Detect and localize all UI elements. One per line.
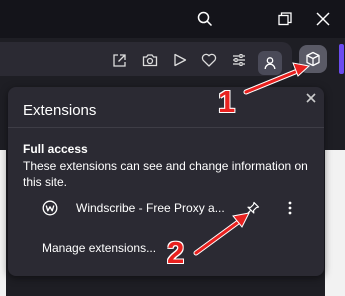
- manage-extensions-link[interactable]: Manage extensions...: [42, 241, 156, 255]
- close-icon[interactable]: [310, 6, 336, 32]
- more-options-icon[interactable]: [284, 199, 296, 217]
- full-access-heading: Full access: [23, 142, 88, 156]
- search-icon[interactable]: [192, 6, 218, 32]
- full-access-description: These extensions can see and change info…: [23, 159, 308, 189]
- profile-icon: [264, 57, 276, 70]
- profile-button[interactable]: [258, 51, 282, 75]
- pin-icon[interactable]: [243, 199, 261, 217]
- address-bar[interactable]: [0, 42, 292, 76]
- extension-name: Windscribe - Free Proxy a...: [76, 201, 225, 215]
- easy-setup-icon[interactable]: [228, 49, 250, 71]
- share-icon[interactable]: [108, 49, 130, 71]
- popup-close-icon[interactable]: [304, 91, 318, 105]
- extensions-button[interactable]: [299, 45, 327, 73]
- annotation-step-1: 1: [218, 84, 236, 119]
- windscribe-logo-icon: [42, 200, 58, 216]
- popup-divider: [8, 127, 324, 128]
- restore-icon[interactable]: [272, 6, 298, 32]
- send-icon[interactable]: [169, 49, 191, 71]
- extensions-popup: Extensions Full access These extensions …: [8, 87, 324, 276]
- window-titlebar: [0, 0, 345, 38]
- heart-icon[interactable]: [198, 49, 220, 71]
- sidebar-accent: [339, 44, 344, 74]
- page-content-left: [0, 150, 6, 296]
- popup-title: Extensions: [23, 102, 97, 119]
- extensions-icon: [306, 51, 320, 67]
- extension-row[interactable]: Windscribe - Free Proxy a...: [8, 195, 324, 221]
- browser-toolbar: [0, 38, 345, 80]
- camera-icon[interactable]: [139, 49, 161, 71]
- page-content-right: [325, 150, 345, 296]
- annotation-step-2: 2: [167, 235, 185, 270]
